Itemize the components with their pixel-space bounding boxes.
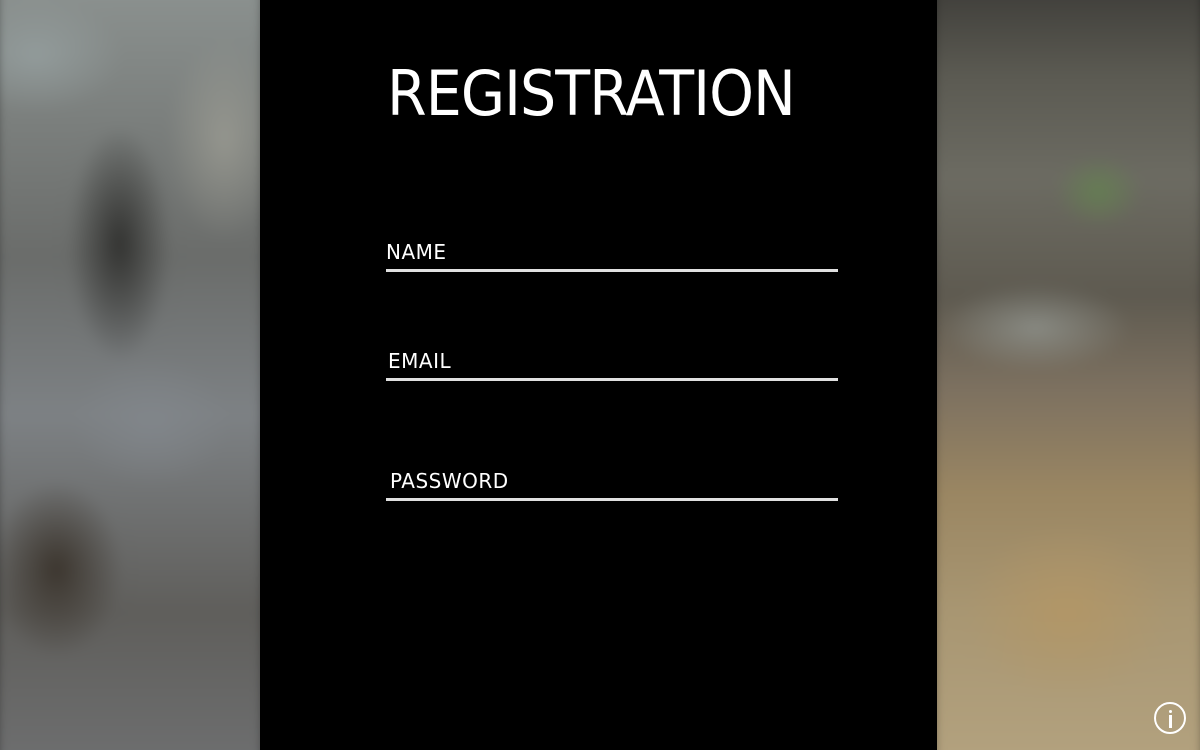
registration-panel: REGISTRATION NAME EMAIL PASSWORD — [260, 0, 937, 750]
password-field[interactable]: PASSWORD — [386, 461, 838, 501]
background-photo-right — [930, 0, 1200, 750]
background-photo-left — [0, 0, 267, 750]
password-field-label: PASSWORD — [390, 469, 509, 493]
name-field-underline — [386, 269, 838, 272]
email-field-label: EMAIL — [388, 349, 452, 373]
password-field-underline — [386, 498, 838, 501]
name-field[interactable]: NAME — [386, 232, 838, 272]
page-title: REGISTRATION — [387, 57, 796, 130]
info-button[interactable] — [1154, 702, 1186, 734]
email-field[interactable]: EMAIL — [386, 341, 838, 381]
name-field-label: NAME — [386, 240, 447, 264]
registration-screen: REGISTRATION NAME EMAIL PASSWORD — [0, 0, 1200, 750]
email-field-underline — [386, 378, 838, 381]
